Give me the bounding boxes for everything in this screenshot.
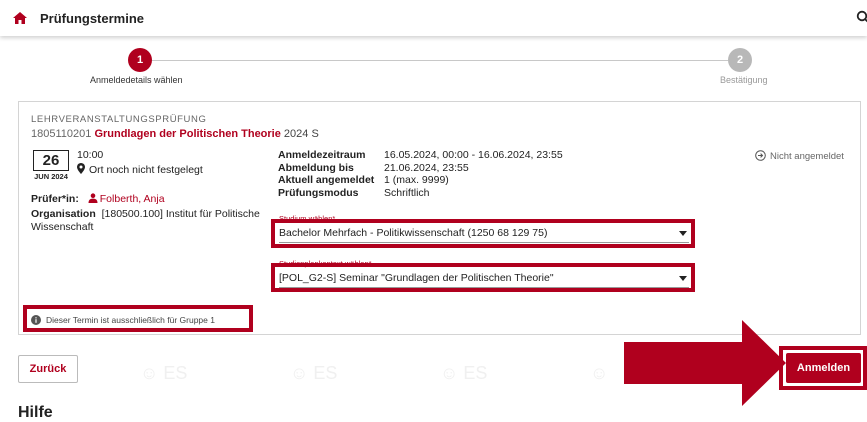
- section-heading-cut: Hilfe: [18, 404, 53, 421]
- detail-value: 1 (max. 9999): [384, 174, 449, 186]
- location-text: Ort noch nicht festgelegt: [89, 164, 203, 176]
- svg-text:☺: ☺: [590, 363, 608, 383]
- arrow-right-circle-icon: [755, 150, 766, 161]
- highlight-box-info: [23, 305, 253, 332]
- step-2-label: Bestätigung: [720, 75, 768, 85]
- course-term: 2024 S: [283, 128, 319, 140]
- svg-text:☺ ES: ☺ ES: [140, 363, 187, 383]
- examiner-name-link[interactable]: Folberth, Anja: [100, 193, 165, 205]
- organisation: Organisation [180500.100] Institut für P…: [31, 208, 271, 234]
- step-1-indicator: 1: [128, 48, 152, 72]
- top-bar: Prüfungstermine: [0, 0, 867, 36]
- detail-value: Schriftlich: [384, 186, 430, 199]
- detail-row: Prüfungsmodus Schriftlich: [278, 187, 563, 200]
- detail-row: Aktuell angemeldet 1 (max. 9999): [278, 174, 563, 187]
- date-month: JUN 2024: [34, 172, 68, 181]
- person-icon: [88, 193, 98, 203]
- detail-key: Abmeldung bis: [278, 161, 354, 174]
- highlight-box-study: [271, 219, 695, 248]
- detail-row: Abmeldung bis 21.06.2024, 23:55: [278, 162, 563, 175]
- detail-value: 21.06.2024, 23:55: [384, 161, 469, 174]
- highlight-box-register: [779, 346, 867, 390]
- page-title: Prüfungstermine: [40, 11, 145, 26]
- location-pin-icon: [77, 163, 85, 174]
- svg-text:☺ ES: ☺ ES: [440, 363, 487, 383]
- organisation-label: Organisation: [31, 208, 96, 220]
- exam-type: LEHRVERANSTALTUNGSPRÜFUNG: [31, 114, 207, 125]
- detail-key: Anmeldezeitraum: [278, 149, 366, 161]
- examiner: Prüfer*in: Folberth, Anja: [31, 193, 165, 205]
- calendar-badge: 26 JUN 2024: [33, 150, 69, 184]
- exam-time: 10:00: [77, 149, 104, 161]
- exam-card: LEHRVERANSTALTUNGSPRÜFUNG 1805110201 Gru…: [18, 101, 861, 335]
- exam-details: Anmeldezeitraum 16.05.2024, 00:00 - 16.06…: [278, 149, 563, 199]
- back-button[interactable]: Zurück: [18, 355, 78, 383]
- svg-text:☺ ES: ☺ ES: [290, 363, 337, 383]
- search-icon[interactable]: [856, 10, 867, 24]
- course-name-link[interactable]: Grundlagen der Politischen Theorie: [94, 128, 280, 140]
- detail-row: Anmeldezeitraum 16.05.2024, 00:00 - 16.06…: [278, 149, 563, 162]
- detail-value: 16.05.2024, 00:00 - 16.06.2024, 23:55: [384, 149, 563, 161]
- step-2-indicator: 2: [728, 48, 752, 72]
- exam-location: Ort noch nicht festgelegt: [77, 163, 203, 176]
- registration-status: Nicht angemeldet: [755, 150, 844, 162]
- course-code: 1805110201: [31, 128, 92, 140]
- detail-key: Aktuell angemeldet: [278, 174, 375, 186]
- date-day: 26: [33, 150, 69, 171]
- stepper-line: [152, 60, 728, 61]
- home-icon[interactable]: [12, 10, 28, 26]
- highlight-box-context: [271, 263, 695, 292]
- step-1-label: Anmeldedetails wählen: [90, 75, 183, 85]
- status-text: Nicht angemeldet: [770, 151, 844, 162]
- course-title: 1805110201 Grundlagen der Politischen Th…: [31, 128, 319, 140]
- arrow-annotation: [624, 320, 786, 406]
- examiner-label: Prüfer*in:: [31, 193, 79, 205]
- detail-key: Prüfungsmodus: [278, 186, 359, 199]
